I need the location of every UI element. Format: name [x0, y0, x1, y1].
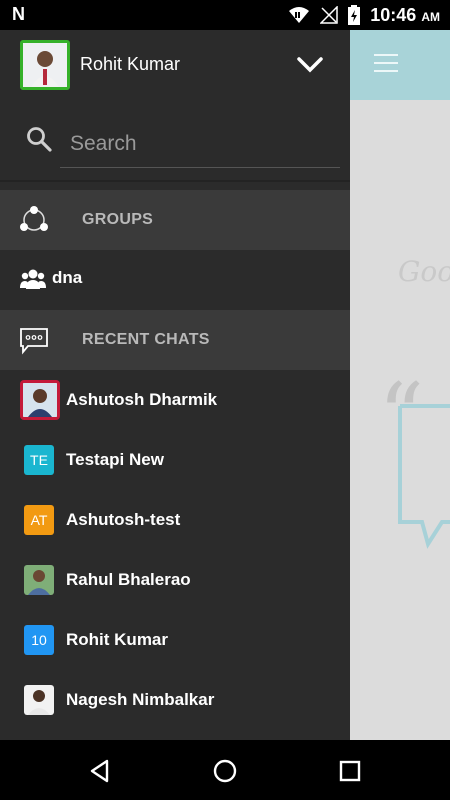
chat-item-rahul-bhalerao[interactable]: Rahul Bhalerao: [0, 550, 350, 610]
avatar: 10: [24, 625, 54, 655]
drawer-header: Rohit Kumar: [0, 30, 350, 180]
chat-bubble-icon: [20, 328, 48, 355]
hamburger-menu-icon[interactable]: [374, 54, 398, 74]
wifi-icon: [289, 7, 310, 23]
contact-name: Testapi New: [66, 450, 164, 469]
navigation-drawer: Rohit Kumar GROUPS dna: [0, 30, 350, 740]
background-greeting-text: Good: [398, 255, 450, 288]
contact-photo: [23, 383, 57, 417]
status-bar: N 10:46 AM: [0, 0, 450, 30]
people-icon: [20, 269, 46, 289]
chat-item-testapi-new[interactable]: TE Testapi New: [0, 430, 350, 490]
contact-name: Ashutosh Dharmik: [66, 390, 218, 409]
groups-network-icon: [20, 206, 48, 231]
avatar: [24, 685, 54, 715]
app-toolbar: [350, 30, 450, 100]
chat-item-nagesh-nimbalkar[interactable]: Nagesh Nimbalkar: [0, 670, 350, 730]
signal-icon: [320, 6, 339, 24]
avatar: AT: [24, 505, 54, 535]
search-input[interactable]: [60, 120, 340, 168]
contact-photo: [24, 685, 54, 715]
n-icon: N: [12, 4, 25, 24]
user-photo: [23, 43, 67, 87]
speech-bubble-icon: [398, 404, 450, 549]
contact-name: Rahul Bhalerao: [66, 570, 191, 589]
search-icon: [27, 127, 52, 152]
contact-photo: [24, 565, 54, 595]
avatar: TE: [24, 445, 54, 475]
back-icon[interactable]: [85, 756, 115, 786]
contact-name: Rohit Kumar: [66, 630, 168, 649]
contact-name: Nagesh Nimbalkar: [66, 690, 215, 709]
groups-section-header: GROUPS: [0, 190, 350, 250]
avatar: [24, 565, 54, 595]
battery-icon: [348, 5, 361, 25]
chat-item-ashutosh-test[interactable]: AT Ashutosh-test: [0, 490, 350, 550]
user-name[interactable]: Rohit Kumar: [80, 54, 180, 75]
home-icon[interactable]: [210, 756, 240, 786]
user-avatar[interactable]: [20, 40, 70, 90]
chat-item-rohit-kumar[interactable]: 10 Rohit Kumar: [0, 610, 350, 670]
avatar: [20, 380, 60, 420]
group-item[interactable]: dna: [0, 250, 350, 310]
group-name: dna: [52, 268, 83, 287]
recent-chats-section-label: RECENT CHATS: [82, 331, 210, 348]
contact-name: Ashutosh-test: [66, 510, 181, 529]
recent-chats-section-header: RECENT CHATS: [0, 310, 350, 370]
navigation-bar: [0, 740, 450, 800]
clock: 10:46 AM: [370, 4, 440, 25]
divider: [0, 180, 350, 182]
recents-icon[interactable]: [335, 756, 365, 786]
chat-item-ashutosh-dharmik[interactable]: Ashutosh Dharmik: [0, 370, 350, 430]
groups-section-label: GROUPS: [82, 211, 154, 228]
chevron-down-icon[interactable]: [296, 52, 324, 76]
